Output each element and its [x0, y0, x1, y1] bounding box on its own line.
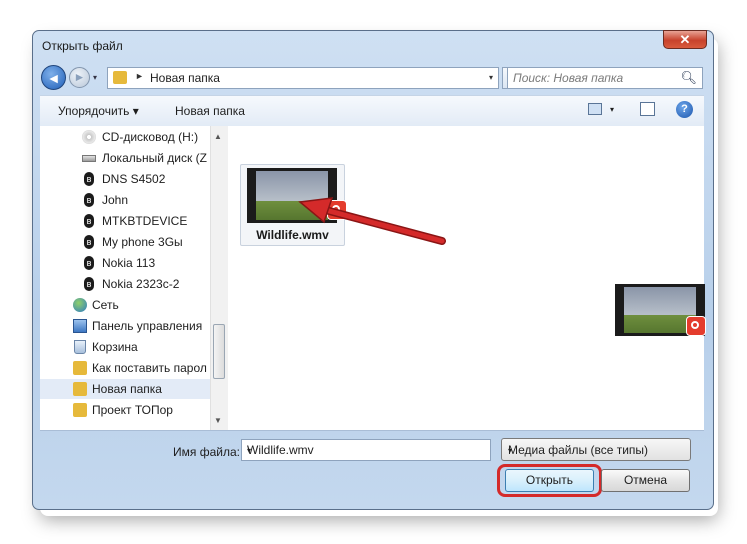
filename-input[interactable]: Wildlife.wmv ▾	[241, 439, 491, 461]
folder-icon	[73, 382, 87, 396]
sidebar-item-label: Локальный диск (Z	[102, 151, 207, 165]
sidebar-item-project-topor[interactable]: Проект ТОПор	[40, 400, 210, 420]
file-type-select[interactable]: Медиа файлы (все типы) ▾	[501, 438, 691, 461]
sidebar-item-label: MTKBTDEVICE	[102, 214, 188, 228]
content-area: CD-дисковод (H:) Локальный диск (Z ʙ DNS…	[40, 126, 706, 431]
sidebar-item-control-panel[interactable]: Панель управления	[40, 316, 210, 336]
sidebar-item-label: Nokia 113	[102, 256, 156, 270]
sidebar-item-label: Новая папка	[92, 382, 162, 396]
preview-pane-thumbnail	[615, 284, 706, 336]
organize-button[interactable]: Упорядочить ▾	[58, 104, 139, 118]
back-button[interactable]: ◄	[41, 65, 66, 90]
bluetooth-icon: ʙ	[84, 256, 94, 270]
network-icon	[73, 298, 87, 312]
sidebar-item-folder-password[interactable]: Как поставить парол	[40, 358, 210, 378]
recycle-bin-icon	[74, 340, 86, 354]
history-dropdown-icon[interactable]: ▾	[93, 73, 97, 82]
sidebar-item-network[interactable]: Сеть	[40, 295, 210, 315]
sidebar-item-label: Сеть	[92, 298, 119, 312]
preview-sky	[624, 287, 696, 315]
local-disk-icon	[82, 155, 96, 162]
media-badge-icon	[686, 316, 706, 336]
annotation-arrow-icon	[298, 197, 446, 245]
sidebar-item-local-disk[interactable]: Локальный диск (Z	[40, 148, 210, 168]
navigation-pane: CD-дисковод (H:) Локальный диск (Z ʙ DNS…	[40, 126, 210, 430]
breadcrumb-current[interactable]: Новая папка	[150, 71, 220, 85]
dialog-title: Открыть файл	[42, 39, 123, 53]
sidebar-item-nokia-113[interactable]: ʙ Nokia 113	[40, 253, 210, 273]
forward-button[interactable]: ►	[69, 67, 90, 88]
open-button[interactable]: Открыть	[505, 469, 594, 492]
sidebar-item-label: My phone 3Gы	[102, 235, 183, 249]
open-file-dialog: Открыть файл ✕ ◄ ► ▾ ► Новая папка ▾ ↻ П…	[32, 30, 714, 510]
bluetooth-icon: ʙ	[84, 193, 94, 207]
filename-label: Имя файла:	[173, 445, 240, 459]
sidebar-item-label: Корзина	[92, 340, 138, 354]
breadcrumb-separator-icon[interactable]: ►	[135, 71, 144, 81]
address-bar[interactable]: ► Новая папка ▾	[107, 67, 499, 89]
preview-pane-icon[interactable]	[640, 102, 655, 116]
sidebar-item-my-phone[interactable]: ʙ My phone 3Gы	[40, 232, 210, 252]
sidebar-item-label: Как поставить парол	[92, 361, 207, 375]
search-placeholder: Поиск: Новая папка	[513, 71, 624, 85]
scroll-down-icon[interactable]: ▼	[214, 416, 222, 425]
sidebar-item-nokia-2323c[interactable]: ʙ Nokia 2323c-2	[40, 274, 210, 294]
sidebar-scrollbar[interactable]: ▲ ▼	[210, 126, 228, 430]
sidebar-item-label: CD-дисковод (H:)	[102, 130, 199, 144]
sidebar-item-john[interactable]: ʙ John	[40, 190, 210, 210]
sidebar-item-recycle-bin[interactable]: Корзина	[40, 337, 210, 357]
cancel-button[interactable]: Отмена	[601, 469, 690, 492]
view-icon[interactable]	[588, 103, 602, 115]
close-button[interactable]: ✕	[663, 30, 707, 49]
bluetooth-icon: ʙ	[84, 235, 94, 249]
sidebar-item-dns-s4502[interactable]: ʙ DNS S4502	[40, 169, 210, 189]
bluetooth-icon: ʙ	[84, 214, 94, 228]
bluetooth-icon: ʙ	[84, 172, 94, 186]
sidebar-item-label: Проект ТОПор	[92, 403, 173, 417]
sidebar-item-mtkbtdevice[interactable]: ʙ MTKBTDEVICE	[40, 211, 210, 231]
file-type-dropdown-icon[interactable]: ▾	[508, 446, 684, 455]
sidebar-item-label: DNS S4502	[102, 172, 166, 186]
sidebar-item-label: Панель управления	[92, 319, 203, 333]
scrollbar-thumb[interactable]	[213, 324, 225, 379]
control-panel-icon	[73, 319, 87, 333]
search-input[interactable]: Поиск: Новая папка 🔍︎	[507, 67, 703, 89]
bluetooth-icon: ʙ	[84, 277, 94, 291]
help-icon[interactable]: ?	[676, 101, 693, 118]
cd-drive-icon	[82, 130, 96, 144]
new-folder-button[interactable]: Новая папка	[175, 104, 245, 118]
scroll-up-icon[interactable]: ▲	[214, 132, 222, 141]
sidebar-item-label: John	[102, 193, 129, 207]
sidebar-item-new-folder[interactable]: Новая папка	[40, 379, 210, 399]
folder-icon	[73, 403, 87, 417]
address-dropdown-icon[interactable]: ▾	[489, 73, 493, 82]
sidebar-item-cd-drive[interactable]: CD-дисковод (H:)	[40, 127, 210, 147]
folder-icon	[73, 361, 87, 375]
command-bar: Упорядочить ▾ Новая папка ▾ ?	[40, 95, 704, 127]
folder-icon	[113, 71, 127, 84]
search-icon[interactable]: 🔍︎	[680, 70, 697, 86]
sidebar-item-label: Nokia 2323c-2	[102, 277, 180, 291]
view-dropdown-icon[interactable]: ▾	[610, 105, 614, 114]
filename-dropdown-icon[interactable]: ▾	[247, 446, 485, 455]
